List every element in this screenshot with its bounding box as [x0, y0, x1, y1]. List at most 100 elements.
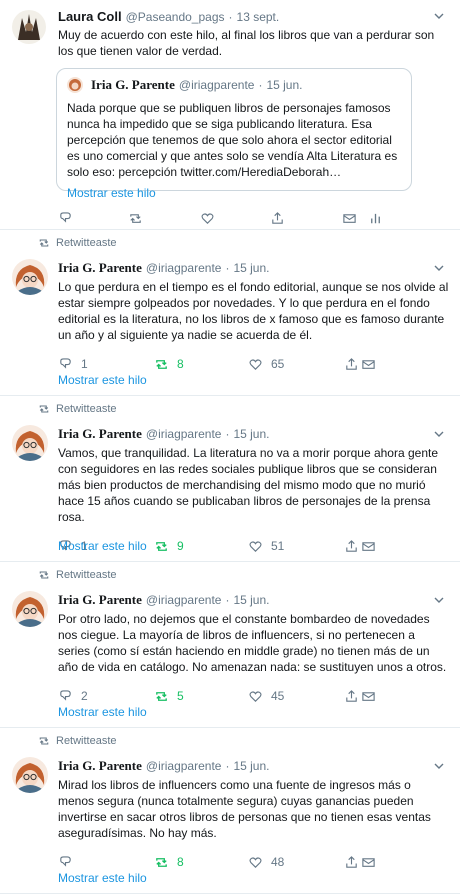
author-handle[interactable]: @iriagparente — [146, 261, 222, 275]
author-handle[interactable]: @iriagparente — [146, 759, 222, 773]
share-icon — [346, 855, 357, 868]
author-handle[interactable]: @Paseando_pags — [126, 10, 225, 24]
retweet-icon — [39, 571, 49, 579]
tweet-date[interactable]: 15 jun. — [233, 759, 269, 773]
show-thread-link[interactable]: Mostrar este hilo — [67, 186, 401, 200]
reply-button[interactable]: 2 — [58, 689, 154, 704]
quoted-tweet[interactable]: Iria G. Parente @iriagparente · 15 jun. … — [56, 68, 412, 200]
share-icon — [346, 539, 357, 552]
retweet-icon — [130, 213, 141, 223]
tweet-retweeted[interactable]: Retwitteaste Iria G. Parente @iriagparen… — [0, 396, 460, 562]
chevron-down-icon[interactable] — [434, 11, 444, 21]
tweet-retweeted[interactable]: Retwitteaste Iria G. Parente @iriagparen… — [0, 230, 460, 396]
dm-button[interactable] — [342, 211, 368, 226]
chevron-down-icon[interactable] — [434, 595, 444, 605]
tweet-header: Iria G. Parente @iriagparente · 15 jun. — [58, 260, 270, 276]
tweet-actions: 8 48 — [58, 853, 450, 871]
avatar[interactable] — [12, 757, 48, 793]
like-button[interactable]: 65 — [248, 357, 344, 372]
like-icon — [249, 358, 262, 370]
retweeted-label: Retwitteaste — [56, 735, 117, 747]
reply-icon — [60, 855, 71, 867]
retweeted-label: Retwitteaste — [56, 403, 117, 415]
avatar[interactable] — [12, 591, 48, 627]
author-name[interactable]: Laura Coll — [58, 9, 122, 24]
share-icon — [346, 689, 357, 702]
retweeted-indicator: Retwitteaste — [38, 735, 117, 747]
retweet-button[interactable]: 5 — [154, 689, 248, 704]
tweet-laura-coll[interactable]: Laura Coll @Paseando_pags · 13 sept. Muy… — [0, 0, 460, 230]
tweet-date[interactable]: 15 jun. — [233, 427, 269, 441]
reply-button[interactable] — [58, 855, 154, 870]
dm-icon — [362, 691, 375, 701]
author-name[interactable]: Iria G. Parente — [58, 758, 142, 774]
tweet-text: Lo que perdura en el tiempo es el fondo … — [58, 280, 449, 342]
quoted-date: 15 jun. — [266, 78, 303, 92]
show-thread-link[interactable]: Mostrar este hilo — [58, 871, 147, 885]
tweet-retweeted[interactable]: Retwitteaste Iria G. Parente @iriagparen… — [0, 728, 460, 894]
reply-icon — [60, 211, 71, 223]
avatar[interactable] — [12, 259, 48, 295]
reply-button[interactable]: 1 — [58, 357, 154, 372]
retweeted-indicator: Retwitteaste — [38, 237, 117, 249]
retweet-count: 8 — [177, 855, 184, 869]
share-button[interactable] — [344, 357, 376, 372]
retweet-button[interactable]: 8 — [154, 357, 248, 372]
retweeted-label: Retwitteaste — [56, 237, 117, 249]
like-count: 45 — [271, 689, 285, 703]
analytics-icon — [371, 213, 380, 223]
tweet-header: Iria G. Parente @iriagparente · 15 jun. — [58, 592, 270, 608]
share-icon — [272, 211, 283, 224]
tweet-date[interactable]: 15 jun. — [233, 593, 269, 607]
tweet-date[interactable]: 13 sept. — [237, 10, 280, 24]
tweet-text: Mirad los libros de influencers como una… — [58, 778, 431, 840]
avatar[interactable] — [12, 10, 46, 44]
analytics-button[interactable] — [368, 211, 383, 226]
like-button[interactable]: 48 — [248, 855, 344, 870]
retweet-button[interactable]: 9 — [154, 539, 248, 554]
share-button[interactable] — [344, 539, 376, 554]
tweet-header: Laura Coll @Paseando_pags · 13 sept. — [58, 9, 280, 24]
author-handle[interactable]: @iriagparente — [146, 593, 222, 607]
avatar[interactable] — [12, 425, 48, 461]
like-button[interactable]: 51 — [248, 539, 344, 554]
chevron-down-icon[interactable] — [434, 263, 444, 273]
reply-count: 1 — [81, 357, 88, 371]
tweet-header: Iria G. Parente @iriagparente · 15 jun. — [58, 426, 270, 442]
retweet-icon — [156, 691, 167, 701]
retweet-icon — [156, 359, 167, 369]
retweeted-indicator: Retwitteaste — [38, 569, 117, 581]
retweet-button[interactable]: 8 — [154, 855, 248, 870]
tweet-retweeted[interactable]: Retwitteaste Iria G. Parente @iriagparen… — [0, 562, 460, 728]
like-icon — [249, 540, 262, 552]
tweet-date[interactable]: 15 jun. — [233, 261, 269, 275]
reply-button[interactable] — [58, 211, 128, 226]
chevron-down-icon[interactable] — [434, 761, 444, 771]
retweet-icon — [156, 541, 167, 551]
dm-icon — [362, 359, 375, 369]
show-thread-link[interactable]: Mostrar este hilo — [58, 539, 147, 553]
share-button[interactable] — [344, 855, 376, 870]
show-thread-link[interactable]: Mostrar este hilo — [58, 373, 147, 387]
like-count: 65 — [271, 357, 285, 371]
retweet-icon — [156, 857, 167, 867]
retweet-button[interactable] — [128, 211, 200, 226]
like-button[interactable] — [200, 211, 270, 226]
dm-icon — [362, 857, 375, 867]
retweet-icon — [39, 737, 49, 745]
timeline: Laura Coll @Paseando_pags · 13 sept. Muy… — [0, 0, 460, 894]
chevron-down-icon[interactable] — [434, 429, 444, 439]
tweet-text: Vamos, que tranquilidad. La literatura n… — [58, 446, 439, 524]
tweet-header: Iria G. Parente @iriagparente · 15 jun. — [58, 758, 270, 774]
author-name[interactable]: Iria G. Parente — [58, 592, 142, 608]
author-name[interactable]: Iria G. Parente — [58, 260, 142, 276]
retweet-count: 8 — [177, 357, 184, 371]
share-button[interactable] — [270, 211, 342, 226]
share-button[interactable] — [344, 689, 376, 704]
like-icon — [249, 690, 262, 702]
author-name[interactable]: Iria G. Parente — [58, 426, 142, 442]
reply-icon — [60, 689, 71, 701]
like-button[interactable]: 45 — [248, 689, 344, 704]
show-thread-link[interactable]: Mostrar este hilo — [58, 705, 147, 719]
author-handle[interactable]: @iriagparente — [146, 427, 222, 441]
